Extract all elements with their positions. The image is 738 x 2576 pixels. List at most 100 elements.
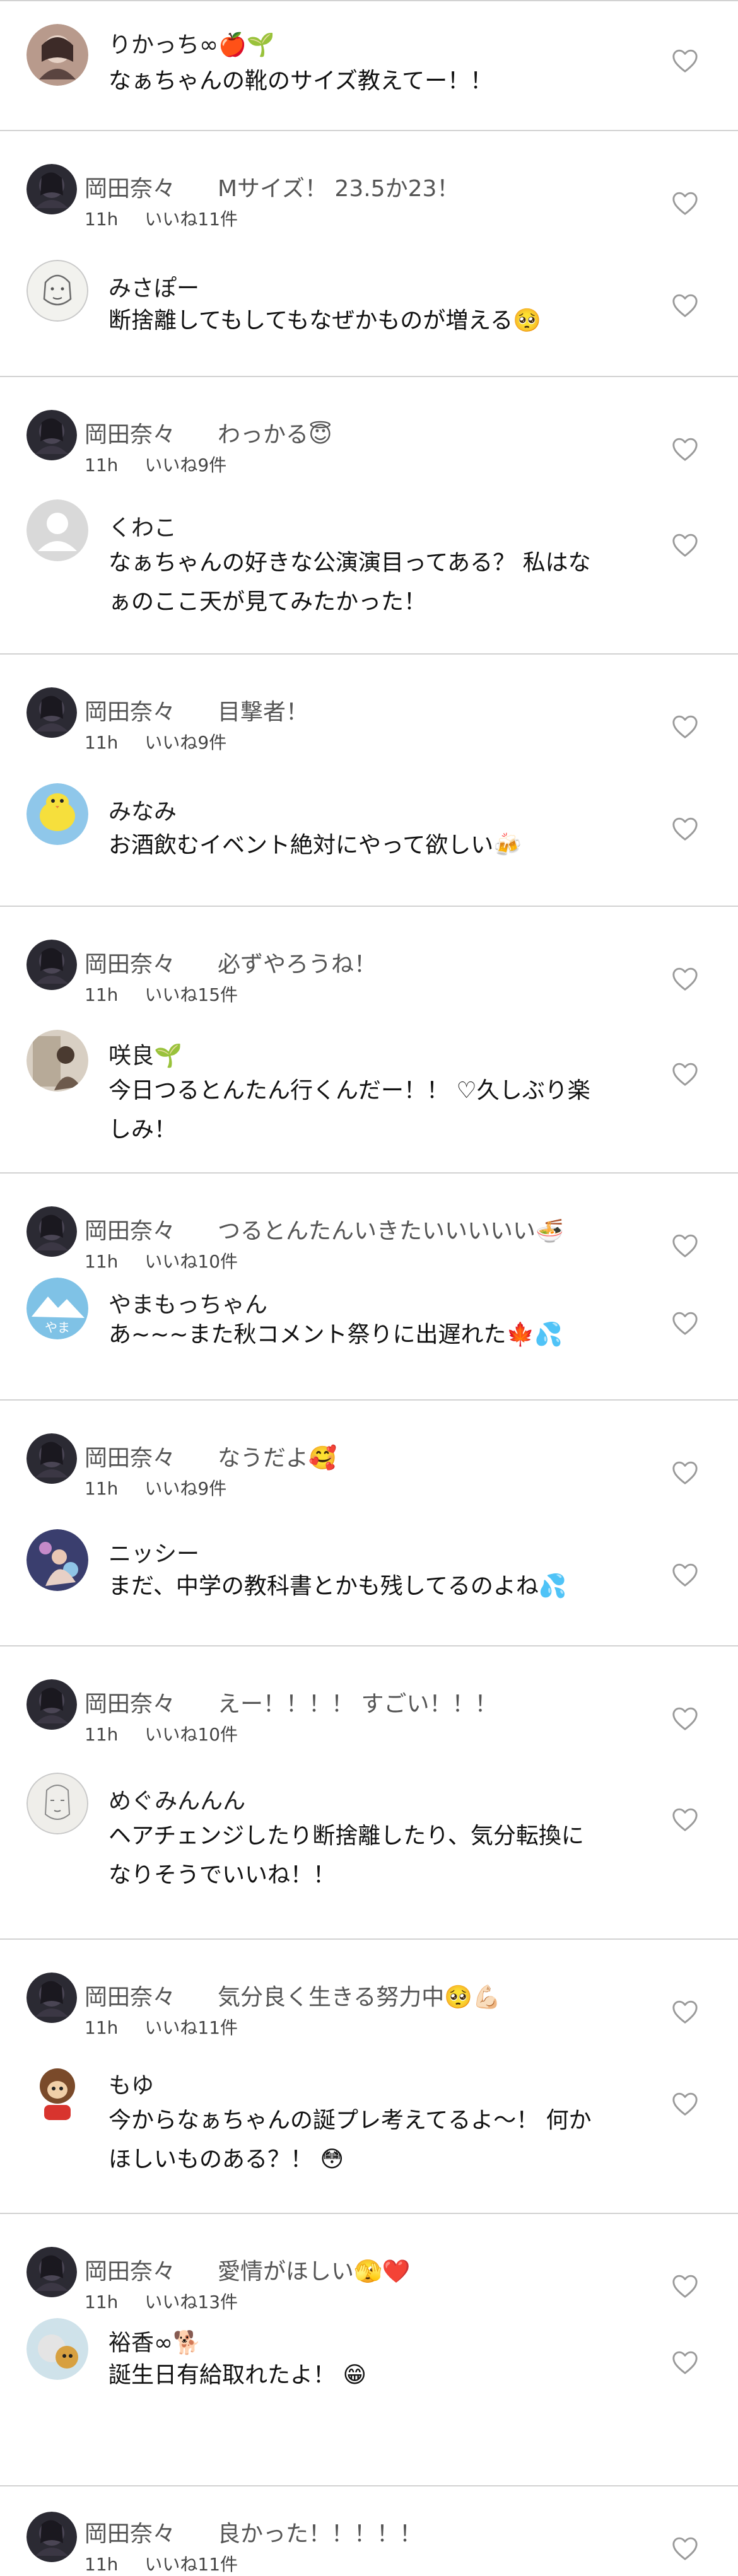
avatar[interactable] — [26, 2060, 88, 2121]
comment: みなみ お酒飲むイベント絶対にやって欲しい🍻 — [0, 774, 738, 907]
reply-meta: 11h いいね15件 — [85, 981, 238, 1006]
reply-time: 11h — [85, 984, 119, 1005]
reply-meta: 11h いいね9件 — [85, 1475, 226, 1500]
owner-avatar[interactable] — [26, 2247, 77, 2297]
comment-username[interactable]: みさぽー — [108, 270, 199, 303]
owner-avatar[interactable] — [26, 940, 77, 990]
heart-icon[interactable] — [671, 48, 699, 73]
owner-reply: 岡田奈々 Mサイズ！ 23.5か23！ 11h いいね11件 — [0, 131, 738, 251]
owner-username[interactable]: 岡田奈々 — [85, 1440, 175, 1472]
heart-icon[interactable] — [671, 816, 699, 841]
heart-icon[interactable] — [671, 1999, 699, 2024]
comment-username[interactable]: 裕香∞🐕 — [108, 2324, 201, 2357]
heart-icon[interactable] — [671, 190, 699, 216]
comment-text: 断捨離してもしてもなぜかものが増える🥺 — [108, 308, 541, 334]
heart-icon[interactable] — [671, 2536, 699, 2561]
comment-thread: 岡田奈々 良かった！！！！！ 11h いいね11件 — [0, 2486, 738, 2575]
reply-likes[interactable]: いいね9件 — [144, 732, 226, 753]
owner-reply-text: なうだよ🥰 — [218, 1445, 337, 1471]
comment: りかっち∞🍎🌱 なぁちゃんの靴のサイズ教えてー！！ — [0, 1, 738, 132]
reply-likes[interactable]: いいね10件 — [144, 1251, 238, 1272]
comment-username[interactable]: 咲良🌱 — [108, 1037, 182, 1070]
comment-thread: 岡田奈々 必ずやろうね！ 11h いいね15件 咲良🌱 今日つるとんたん行くんだー… — [0, 907, 738, 1174]
reply-likes[interactable]: いいね11件 — [144, 209, 238, 230]
owner-reply: 岡田奈々 愛情がほしい🫣❤️ 11h いいね13件 — [0, 2214, 738, 2318]
comment: みさぽー 断捨離してもしてもなぜかものが増える🥺 — [0, 251, 738, 377]
comment-username[interactable]: ニッシー — [108, 1536, 199, 1568]
reply-time: 11h — [85, 455, 119, 475]
heart-icon[interactable] — [671, 293, 699, 318]
heart-icon[interactable] — [671, 714, 699, 739]
owner-avatar[interactable] — [26, 1973, 77, 2023]
comment: もゆ 今からなぁちゃんの誕プレ考えてるよ～！ 何か ほしいものある？！ 😳 — [0, 2060, 738, 2214]
heart-icon[interactable] — [671, 2091, 699, 2116]
owner-avatar[interactable] — [26, 410, 77, 460]
owner-username[interactable]: 岡田奈々 — [85, 1213, 175, 1245]
owner-avatar[interactable] — [26, 164, 77, 214]
owner-username[interactable]: 岡田奈々 — [85, 2253, 175, 2286]
owner-username[interactable]: 岡田奈々 — [85, 1979, 175, 2012]
owner-username[interactable]: 岡田奈々 — [85, 694, 175, 726]
comment-username[interactable]: やまもっちゃん — [108, 1286, 267, 1319]
avatar[interactable] — [26, 2318, 88, 2380]
avatar[interactable] — [26, 1773, 88, 1834]
owner-reply-text: 必ずやろうね！ — [218, 952, 377, 977]
heart-icon[interactable] — [671, 1233, 699, 1258]
owner-username[interactable]: 岡田奈々 — [85, 946, 175, 979]
heart-icon[interactable] — [671, 1706, 699, 1731]
owner-username[interactable]: 岡田奈々 — [85, 170, 175, 203]
heart-icon[interactable] — [671, 436, 699, 462]
comment-text: お酒飲むイベント絶対にやって欲しい🍻 — [108, 832, 522, 858]
owner-avatar[interactable] — [26, 1206, 77, 1257]
comment-username[interactable]: りかっち∞🍎🌱 — [108, 26, 275, 59]
heart-icon[interactable] — [671, 1460, 699, 1485]
owner-avatar[interactable] — [26, 2512, 77, 2562]
owner-avatar[interactable] — [26, 687, 77, 738]
heart-icon[interactable] — [671, 2350, 699, 2375]
comment-username[interactable]: めぐみんんん — [108, 1783, 245, 1815]
comment-username[interactable]: くわこ — [108, 510, 177, 542]
owner-reply-text: 目撃者！ — [218, 699, 309, 725]
avatar[interactable] — [26, 24, 88, 86]
comment-text: なぁちゃんの好きな公演演目ってある？ 私はな ぁのここ天が見てみたかった！ — [108, 550, 591, 615]
owner-avatar[interactable] — [26, 1433, 77, 1484]
reply-likes[interactable]: いいね11件 — [144, 2017, 238, 2038]
comment-thread: 岡田奈々 わっかる😇 11h いいね9件 くわこ なぁちゃんの好きな公演演目ってあ… — [0, 377, 738, 655]
avatar[interactable] — [26, 783, 88, 845]
avatar[interactable] — [26, 1030, 88, 1092]
heart-icon[interactable] — [671, 1807, 699, 1832]
owner-avatar[interactable] — [26, 1679, 77, 1730]
heart-icon[interactable] — [671, 1061, 699, 1087]
avatar[interactable] — [26, 260, 88, 322]
heart-icon[interactable] — [671, 2273, 699, 2299]
reply-likes[interactable]: いいね11件 — [144, 2554, 238, 2575]
reply-likes[interactable]: いいね10件 — [144, 1724, 238, 1745]
comment-username[interactable]: みなみ — [108, 793, 177, 826]
heart-icon[interactable] — [671, 1562, 699, 1587]
heart-icon[interactable] — [671, 966, 699, 991]
comment-username[interactable]: もゆ — [108, 2067, 154, 2100]
owner-reply-text: えー！！！！ すごい！！！ — [218, 1691, 498, 1717]
comment-thread: 岡田奈々 気分良く生きる努力中🥺💪🏻 11h いいね11件 もゆ 今からなぁちゃん… — [0, 1940, 738, 2214]
comment: ニッシー まだ、中学の教科書とかも残してるのよね💦 — [0, 1514, 738, 1646]
owner-username[interactable]: 岡田奈々 — [85, 416, 175, 449]
reply-time: 11h — [85, 2554, 119, 2575]
avatar[interactable] — [26, 1529, 88, 1591]
avatar[interactable] — [26, 499, 88, 561]
reply-meta: 11h いいね10件 — [85, 1248, 238, 1273]
reply-likes[interactable]: いいね15件 — [144, 984, 238, 1005]
reply-time: 11h — [85, 1724, 119, 1745]
reply-likes[interactable]: いいね9件 — [144, 1478, 226, 1499]
reply-time: 11h — [85, 2292, 119, 2312]
heart-icon[interactable] — [671, 1310, 699, 1336]
reply-meta: 11h いいね11件 — [85, 206, 238, 231]
reply-likes[interactable]: いいね9件 — [144, 455, 226, 475]
avatar[interactable]: やま — [26, 1278, 88, 1339]
owner-username[interactable]: 岡田奈々 — [85, 1686, 175, 1718]
comment: 裕香∞🐕 誕生日有給取れたよ！ 😁 — [0, 2318, 738, 2486]
heart-icon[interactable] — [671, 532, 699, 557]
owner-username[interactable]: 岡田奈々 — [85, 2515, 175, 2548]
comment-text: 今日つるとんたん行くんだー！！ ♡久しぶり楽 しみ！ — [108, 1078, 590, 1143]
reply-meta: 11h いいね11件 — [85, 2014, 238, 2039]
reply-likes[interactable]: いいね13件 — [144, 2292, 238, 2312]
